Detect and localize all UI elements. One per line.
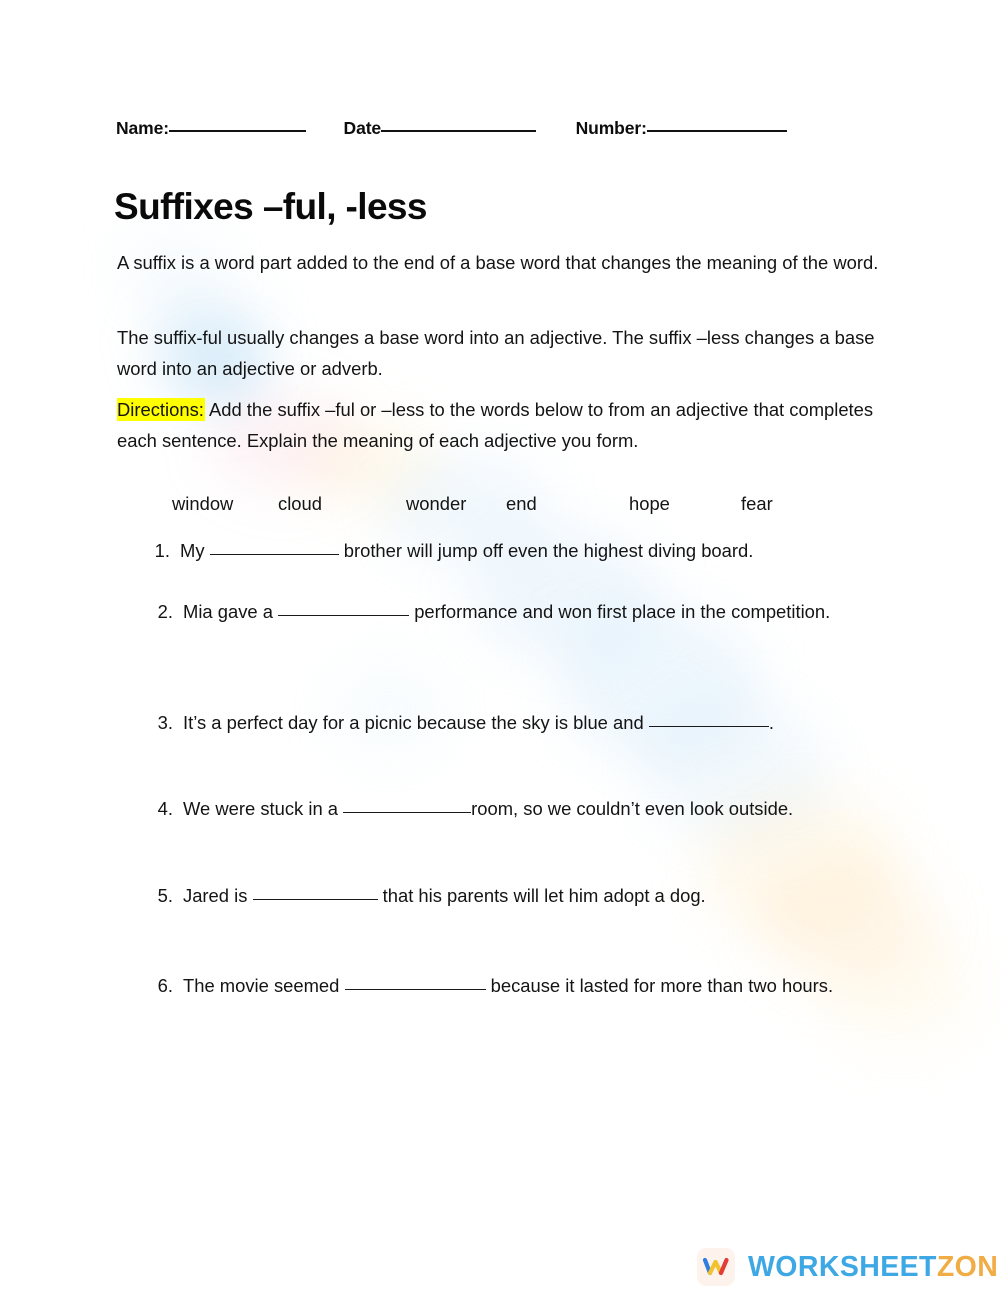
w-logo-icon — [697, 1248, 735, 1286]
word-bank-item: window — [172, 493, 234, 514]
question-text: My brother will jump off even the highes… — [180, 536, 904, 566]
question-item: 2. Mia gave a performance and won first … — [147, 597, 847, 627]
date-blank[interactable] — [381, 130, 537, 132]
word-bank-item: hope — [629, 493, 670, 514]
intro-paragraph-2: The suffix-ful usually changes a base wo… — [117, 327, 875, 379]
question-item: 6. The movie seemed because it lasted fo… — [147, 971, 887, 1001]
number-field[interactable]: Number: — [576, 118, 787, 139]
question-text: Jared is that his parents will let him a… — [183, 881, 847, 911]
number-label: Number: — [575, 118, 647, 138]
brand-wordmark: WORKSHEETZONE — [748, 1253, 1000, 1282]
question-text-after: that his parents will let him adopt a do… — [377, 885, 706, 906]
question-text-after: . — [768, 712, 774, 733]
question-text-after: brother will jump off even the highest d… — [338, 540, 754, 561]
answer-blank[interactable] — [252, 899, 378, 900]
question-number: 2. — [157, 601, 173, 622]
question-text: Mia gave a performance and won first pla… — [183, 597, 847, 627]
date-field[interactable]: Date — [344, 118, 537, 139]
question-text-before: My — [180, 540, 210, 561]
question-text-before: It’s a perfect day for a picnic because … — [183, 712, 649, 733]
question-item: 5. Jared is that his parents will let hi… — [147, 881, 847, 911]
worksheetzone-logo[interactable]: WORKSHEETZONE — [697, 1248, 1000, 1286]
answer-blank[interactable] — [343, 812, 472, 813]
name-blank[interactable] — [169, 130, 306, 132]
question-text-after: performance and won first place in the c… — [409, 601, 831, 622]
question-number: 5. — [157, 885, 173, 906]
worksheet-page: Name: Date Number: Suffixes –ful, -less … — [0, 0, 1000, 1291]
question-text-after: room, so we couldn’t even look outside. — [471, 798, 794, 819]
question-item: 1. My brother will jump off even the hig… — [144, 536, 904, 566]
question-text-before: Mia gave a — [183, 601, 279, 622]
intro-paragraph-1: A suffix is a word part added to the end… — [117, 252, 879, 274]
word-bank-item: cloud — [278, 493, 322, 514]
question-number: 4. — [157, 798, 173, 819]
answer-blank[interactable] — [278, 615, 410, 616]
question-text-before: Jared is — [183, 885, 253, 906]
word-bank-item: end — [506, 493, 537, 514]
number-blank[interactable] — [646, 130, 787, 132]
directions-paragraph: Directions: Add the suffix –ful or –less… — [117, 395, 879, 456]
question-text: It’s a perfect day for a picnic because … — [183, 708, 907, 738]
question-number: 6. — [157, 975, 173, 996]
date-label: Date — [343, 118, 382, 138]
question-text: We were stuck in a room, so we couldn’t … — [183, 794, 927, 824]
question-number: 3. — [157, 712, 173, 733]
directions-label: Directions: — [117, 398, 205, 422]
answer-blank[interactable] — [648, 726, 769, 727]
name-field[interactable]: Name: — [116, 118, 306, 139]
word-bank-item: fear — [741, 493, 773, 514]
question-text-after: because it lasted for more than two hour… — [485, 975, 834, 996]
question-text-before: We were stuck in a — [183, 798, 344, 819]
question-number: 1. — [154, 540, 170, 561]
student-info-line: Name: Date Number: — [116, 118, 906, 139]
word-bank-item: wonder — [406, 493, 467, 514]
brand-primary: WORKSHEET — [748, 1250, 937, 1283]
word-bank: window cloud wonder end hope fear — [172, 493, 832, 515]
directions-text: Add the suffix –ful or –less to the word… — [117, 399, 874, 451]
answer-blank[interactable] — [344, 989, 486, 990]
question-item: 4. We were stuck in a room, so we couldn… — [147, 794, 927, 824]
question-item: 3. It’s a perfect day for a picnic becau… — [147, 708, 907, 738]
answer-blank[interactable] — [209, 554, 339, 555]
page-title: Suffixes –ful, -less — [114, 185, 427, 227]
question-text: The movie seemed because it lasted for m… — [183, 971, 887, 1001]
question-text-before: The movie seemed — [183, 975, 345, 996]
name-label: Name: — [116, 118, 169, 138]
brand-secondary: ZONE — [936, 1250, 1000, 1283]
